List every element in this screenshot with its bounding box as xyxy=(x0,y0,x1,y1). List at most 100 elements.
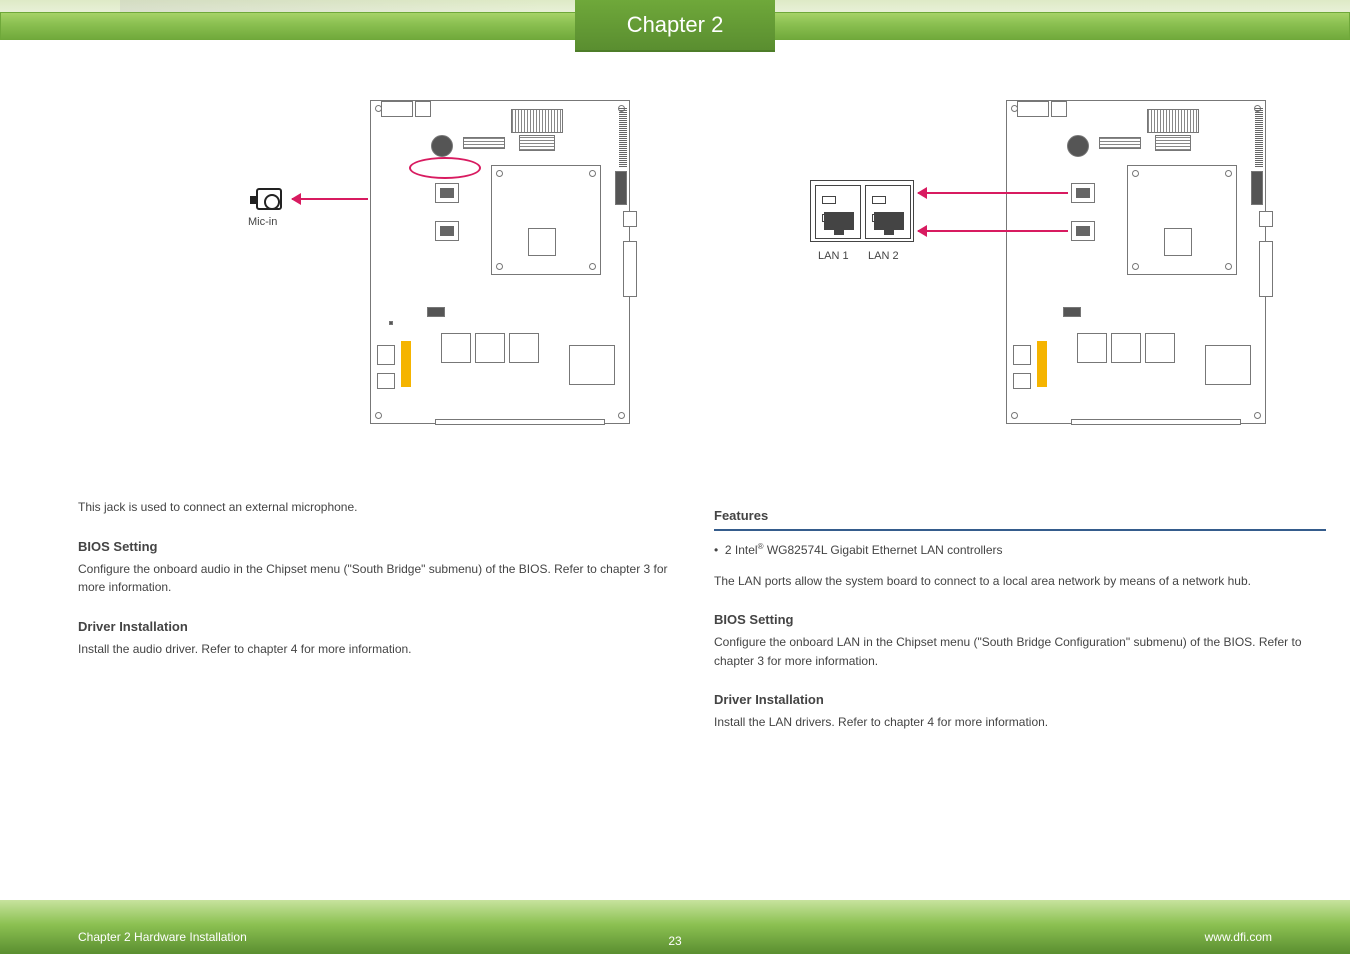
board-outline xyxy=(1006,100,1266,424)
slot-icon xyxy=(1077,333,1107,363)
side-connector-icon xyxy=(1259,241,1273,297)
header-pins-icon xyxy=(1255,107,1263,167)
driver-install-text: Install the audio driver. Refer to chapt… xyxy=(78,640,690,659)
socket-hole-icon xyxy=(1132,263,1139,270)
socket-hole-icon xyxy=(589,170,596,177)
lan-intro-text: The LAN ports allow the system board to … xyxy=(714,572,1326,591)
lan2-arrow-icon xyxy=(918,230,1068,232)
front-panel-icon xyxy=(377,345,395,365)
lan-led-icon xyxy=(822,191,856,199)
socket-hole-icon xyxy=(589,263,596,270)
top-connector-icon xyxy=(381,101,413,117)
battery-icon xyxy=(1067,135,1089,157)
footer-page-number: 23 xyxy=(660,934,690,948)
chip-icon xyxy=(463,137,505,149)
footer-right-text: www.dfi.com xyxy=(1205,930,1272,944)
mic-jack-icon xyxy=(256,188,288,212)
socket-hole-icon xyxy=(1225,170,1232,177)
front-panel-icon xyxy=(1013,373,1031,389)
features-title: Features xyxy=(714,508,1326,523)
io-port-icon xyxy=(1071,183,1095,203)
lan1-port-icon xyxy=(815,185,861,239)
driver-install-text: Install the LAN drivers. Refer to chapte… xyxy=(714,713,1326,732)
slot-icon xyxy=(509,333,539,363)
lan-led-icon xyxy=(872,191,906,199)
top-connector-icon xyxy=(1017,101,1049,117)
io-slot-icon xyxy=(1076,188,1090,198)
footer-left-text: Chapter 2 Hardware Installation xyxy=(78,930,247,944)
socket-hole-icon xyxy=(1225,263,1232,270)
header-pins-icon xyxy=(619,107,627,167)
chip-icon xyxy=(519,135,555,151)
slot-icon xyxy=(1145,333,1175,363)
board-outline xyxy=(370,100,630,424)
front-panel-icon xyxy=(377,373,395,389)
cpu-die-icon xyxy=(528,228,556,256)
features-separator xyxy=(714,529,1326,531)
chip-icon xyxy=(511,109,563,133)
front-panel-icon xyxy=(1013,345,1031,365)
connector-icon xyxy=(569,345,615,385)
mounting-hole-icon xyxy=(375,412,382,419)
jumper-icon xyxy=(1063,307,1081,317)
slot-icon xyxy=(1111,333,1141,363)
lan2-port-icon xyxy=(865,185,911,239)
mounting-hole-icon xyxy=(618,412,625,419)
socket-hole-icon xyxy=(496,170,503,177)
io-port-icon xyxy=(1071,221,1095,241)
socket-hole-icon xyxy=(496,263,503,270)
top-connector-icon xyxy=(415,101,431,117)
mic-in-diagram: Mic-in xyxy=(78,80,690,470)
feature-text-prefix: 2 Intel xyxy=(725,543,758,557)
io-slot-icon xyxy=(440,188,454,198)
gold-header-icon xyxy=(1037,341,1047,387)
chip-icon xyxy=(1155,135,1191,151)
chip-icon xyxy=(1147,109,1199,133)
driver-install-title: Driver Installation xyxy=(78,619,690,634)
features-bullet: • 2 Intel® WG82574L Gigabit Ethernet LAN… xyxy=(714,541,1326,560)
lan-diagram: LAN 1 LAN 2 xyxy=(714,80,1326,470)
bios-setting-title: BIOS Setting xyxy=(78,539,690,554)
right-column: LAN 1 LAN 2 Features • 2 Intel® WG82574L… xyxy=(714,80,1326,732)
edge-connector-icon xyxy=(1071,419,1241,425)
lan2-label: LAN 2 xyxy=(868,248,899,265)
driver-install-title: Driver Installation xyxy=(714,692,1326,707)
io-port-icon xyxy=(435,183,459,203)
side-connector-icon xyxy=(623,211,637,227)
cpu-die-icon xyxy=(1164,228,1192,256)
jumper-dot-icon xyxy=(389,321,393,325)
io-slot-icon xyxy=(1076,226,1090,236)
edge-connector-icon xyxy=(435,419,605,425)
mounting-hole-icon xyxy=(1011,412,1018,419)
chip-icon xyxy=(1099,137,1141,149)
bios-setting-title: BIOS Setting xyxy=(714,612,1326,627)
mic-intro-text: This jack is used to connect an external… xyxy=(78,498,690,517)
io-port-icon xyxy=(435,221,459,241)
mounting-hole-icon xyxy=(1254,412,1261,419)
jumper-icon xyxy=(427,307,445,317)
left-column: Mic-in This jack is used to connect an e… xyxy=(78,80,690,658)
mic-highlight-ellipse-icon xyxy=(409,157,481,179)
lan-ports-block-icon xyxy=(810,180,914,242)
bios-setting-text: Configure the onboard LAN in the Chipset… xyxy=(714,633,1326,670)
slot-icon xyxy=(441,333,471,363)
slot-icon xyxy=(475,333,505,363)
side-connector-icon xyxy=(623,241,637,297)
io-slot-icon xyxy=(440,226,454,236)
top-connector-icon xyxy=(1051,101,1067,117)
cpu-socket-icon xyxy=(491,165,601,275)
chapter-tab: Chapter 2 xyxy=(575,0,775,50)
side-connector-icon xyxy=(1259,211,1273,227)
socket-hole-icon xyxy=(1132,170,1139,177)
lan1-label: LAN 1 xyxy=(818,248,849,265)
mic-arrow-icon xyxy=(292,198,368,200)
header-icon xyxy=(615,171,627,205)
gold-header-icon xyxy=(401,341,411,387)
battery-icon xyxy=(431,135,453,157)
bios-setting-text: Configure the onboard audio in the Chips… xyxy=(78,560,690,597)
cpu-socket-icon xyxy=(1127,165,1237,275)
page-footer: Chapter 2 Hardware Installation 23 www.d… xyxy=(0,900,1350,954)
connector-icon xyxy=(1205,345,1251,385)
lan1-arrow-icon xyxy=(918,192,1068,194)
feature-text-suffix: WG82574L Gigabit Ethernet LAN controller… xyxy=(763,543,1002,557)
